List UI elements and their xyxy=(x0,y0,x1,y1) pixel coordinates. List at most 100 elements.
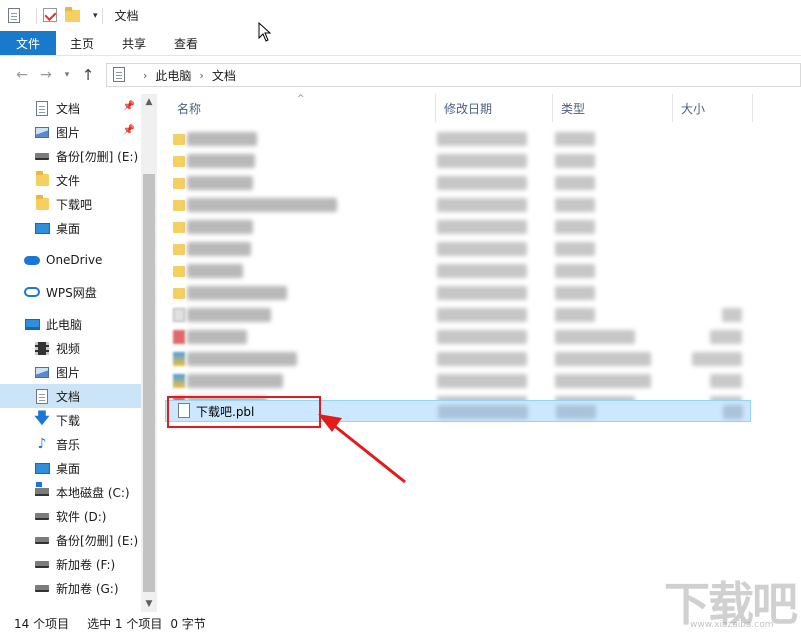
ribbon-tabs: 文件 主页 共享 查看 xyxy=(0,31,801,56)
sidebar-item-xiazaiba-folder[interactable]: 下载吧 xyxy=(0,192,141,216)
back-arrow-icon[interactable]: ← xyxy=(12,65,32,85)
sidebar-item-onedrive[interactable]: OneDrive xyxy=(0,248,141,272)
table-row[interactable] xyxy=(165,304,751,326)
sidebar-item-label: 图片 xyxy=(56,365,81,380)
document-icon xyxy=(34,100,50,116)
table-row[interactable] xyxy=(165,348,751,370)
image-file-icon xyxy=(173,374,185,388)
breadcrumb-documents[interactable]: 文档 xyxy=(212,67,236,84)
recent-locations-chevron-icon[interactable]: ▾ xyxy=(60,65,74,85)
table-row[interactable] xyxy=(165,128,751,150)
table-row[interactable] xyxy=(165,260,751,282)
table-row[interactable] xyxy=(165,194,751,216)
sidebar-item-this-pc[interactable]: 此电脑 xyxy=(0,312,141,336)
scroll-down-chevron-icon[interactable]: ▼ xyxy=(141,596,157,612)
folder-icon xyxy=(173,266,185,277)
sidebar-item-pictures[interactable]: 图片 xyxy=(0,360,141,384)
onedrive-icon xyxy=(24,252,40,268)
tab-share[interactable]: 共享 xyxy=(108,31,160,55)
sidebar-item-videos[interactable]: 视频 xyxy=(0,336,141,360)
sidebar-item-drive-e[interactable]: 备份[勿删] (E:) xyxy=(0,528,141,552)
sidebar-item-desktop-quick[interactable]: 桌面 xyxy=(0,216,141,240)
tab-home[interactable]: 主页 xyxy=(56,31,108,55)
up-arrow-icon[interactable]: ↑ xyxy=(78,65,98,85)
sidebar-item-label: 备份[勿删] (E:) xyxy=(56,533,139,548)
sidebar-item-label: 新加卷 (F:) xyxy=(56,557,116,572)
folder-icon xyxy=(173,200,185,211)
status-selection: 选中 1 个项目 xyxy=(87,616,163,631)
title-bar: ▾ 文档 xyxy=(0,0,801,31)
pdf-file-icon xyxy=(173,330,185,344)
status-item-count: 14 个项目 xyxy=(14,616,70,631)
sidebar-item-music[interactable]: ♪ 音乐 xyxy=(0,432,141,456)
scrollbar-thumb[interactable] xyxy=(143,174,155,592)
sidebar-item-label: 文件 xyxy=(56,173,81,188)
drive-icon xyxy=(34,580,50,596)
sidebar-item-documents-pinned[interactable]: 文档 📌 xyxy=(0,96,141,120)
sidebar-item-pictures-pinned[interactable]: 图片 📌 xyxy=(0,120,141,144)
sidebar-item-documents[interactable]: 文档 xyxy=(0,384,141,408)
sidebar-item-label: 下载 xyxy=(56,413,81,428)
pin-icon: 📌 xyxy=(122,125,135,136)
sidebar-item-drive-c[interactable]: 本地磁盘 (C:) xyxy=(0,480,141,504)
navigation-pane-scrollbar[interactable]: ▲ ▼ xyxy=(141,94,157,612)
sidebar-item-wps-cloud[interactable]: WPS网盘 xyxy=(0,280,141,304)
system-drive-icon xyxy=(34,482,50,500)
sidebar-item-label: 此电脑 xyxy=(46,317,83,332)
column-header-type[interactable]: 类型 xyxy=(553,94,673,122)
table-row[interactable] xyxy=(165,172,751,194)
sidebar-item-label: 文档 xyxy=(56,389,81,404)
scroll-up-chevron-icon[interactable]: ▲ xyxy=(141,94,157,110)
sidebar-item-desktop[interactable]: 桌面 xyxy=(0,456,141,480)
table-row[interactable] xyxy=(165,282,751,304)
customize-toolbar-chevron-icon[interactable]: ▾ xyxy=(93,11,98,21)
mouse-cursor-icon xyxy=(258,22,272,42)
separator xyxy=(101,7,103,24)
desktop-icon xyxy=(34,220,50,236)
folder-icon xyxy=(173,178,185,189)
sidebar-item-label: WPS网盘 xyxy=(46,285,97,300)
table-row[interactable] xyxy=(165,370,751,392)
image-file-icon xyxy=(173,352,185,366)
sidebar-item-drive-g[interactable]: 新加卷 (G:) xyxy=(0,576,141,600)
sidebar-item-drive-f[interactable]: 新加卷 (F:) xyxy=(0,552,141,576)
sidebar-item-label: 桌面 xyxy=(56,221,81,236)
tab-file[interactable]: 文件 xyxy=(0,31,57,55)
sidebar-item-label: 本地磁盘 (C:) xyxy=(56,485,130,500)
sidebar-item-files-folder[interactable]: 文件 xyxy=(0,168,141,192)
watermark-url: www.xiazaiba.com xyxy=(690,620,774,630)
tab-view[interactable]: 查看 xyxy=(160,31,212,55)
table-row[interactable] xyxy=(165,238,751,260)
new-folder-icon[interactable] xyxy=(65,6,81,26)
breadcrumb-this-pc[interactable]: 此电脑 xyxy=(155,67,191,84)
drive-icon xyxy=(34,148,50,164)
sidebar-item-drive-d[interactable]: 软件 (D:) xyxy=(0,504,141,528)
video-icon xyxy=(34,340,50,356)
sidebar-item-label: 新加卷 (G:) xyxy=(56,581,119,596)
column-header-name[interactable]: 名称 xyxy=(169,94,436,122)
sidebar-item-label: 视频 xyxy=(56,341,81,356)
breadcrumb-chevron-icon[interactable]: › xyxy=(199,69,203,82)
address-bar[interactable]: › 此电脑 › 文档 xyxy=(106,63,801,87)
breadcrumb-chevron-icon[interactable]: › xyxy=(143,69,147,82)
column-header-size[interactable]: 大小 xyxy=(673,94,753,122)
document-icon xyxy=(113,67,129,83)
table-row[interactable] xyxy=(165,326,751,348)
sidebar-item-backup-drive-quick[interactable]: 备份[勿删] (E:) xyxy=(0,144,141,168)
folder-icon xyxy=(34,171,50,188)
table-row[interactable] xyxy=(165,216,751,238)
folder-icon xyxy=(173,222,185,233)
sidebar-item-label: 图片 xyxy=(56,125,81,140)
column-header-date-modified[interactable]: 修改日期 xyxy=(436,94,553,122)
properties-icon[interactable] xyxy=(43,7,59,24)
table-row[interactable] xyxy=(165,150,751,172)
document-icon[interactable] xyxy=(8,7,24,24)
navigation-pane: 文档 📌 图片 📌 备份[勿删] (E:) 文件 下载吧 桌面 OneDrive… xyxy=(0,94,156,612)
status-size: 0 字节 xyxy=(170,616,206,631)
sidebar-item-downloads[interactable]: 🡇 下载 xyxy=(0,408,141,432)
annotation-highlight-box xyxy=(167,396,321,428)
sidebar-item-label: OneDrive xyxy=(46,253,103,267)
music-icon: ♪ xyxy=(37,436,47,452)
forward-arrow-icon[interactable]: → xyxy=(36,65,56,85)
file-icon xyxy=(173,308,185,322)
